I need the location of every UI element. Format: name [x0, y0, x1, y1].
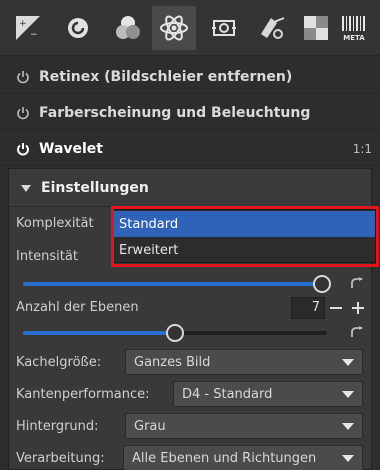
intensity-slider-fill [23, 282, 322, 286]
levels-label: Anzahl der Ebenen [16, 300, 139, 315]
power-icon[interactable] [16, 142, 30, 156]
background-combo[interactable]: Grau [125, 413, 363, 439]
power-icon[interactable] [16, 106, 30, 120]
module-color-appearance[interactable]: Farberscheinung und Beleuchtung [0, 96, 380, 130]
meta-label: META [343, 34, 365, 42]
tile-size-label: Kachelgröße: [16, 355, 102, 370]
processing-label: Verarbeitung: [16, 451, 105, 466]
module-title: Farberscheinung und Beleuchtung [39, 104, 311, 121]
details-icon [68, 18, 88, 38]
dropdown-option-standard[interactable]: Standard [113, 211, 375, 237]
advanced-tab[interactable] [152, 6, 196, 50]
levels-spinbox[interactable]: 7 [291, 297, 369, 319]
color-icon [116, 16, 140, 39]
levels-value[interactable]: 7 [291, 297, 325, 319]
intensity-label: Intensität [16, 249, 78, 264]
settings-title: Einstellungen [41, 179, 149, 196]
tile-size-combo[interactable]: Ganzes Bild [125, 349, 363, 375]
levels-slider-fill [23, 331, 175, 335]
module-title: Retinex (Bildschleier entfernen) [39, 68, 293, 85]
chevron-down-icon [342, 391, 354, 398]
metadata-tab[interactable]: META [332, 6, 376, 50]
svg-text:+: + [19, 19, 27, 29]
transform-tab[interactable] [202, 6, 246, 50]
chevron-down-icon [342, 359, 354, 366]
plus-icon [352, 302, 364, 314]
processing-combo[interactable]: Alle Ebenen und Richtungen [123, 445, 363, 470]
chevron-down-icon [342, 423, 354, 430]
processing-value: Alle Ebenen und Richtungen [132, 450, 317, 466]
intensity-slider[interactable] [23, 275, 331, 293]
advanced-icon [160, 15, 188, 41]
intensity-slider-knob[interactable] [313, 275, 331, 293]
chevron-down-icon [342, 455, 354, 462]
complexity-label: Komplexität [16, 216, 94, 231]
complexity-dropdown-menu: Standard Erweitert [112, 209, 376, 263]
transform-icon [212, 20, 236, 36]
module-title: Wavelet [39, 140, 103, 157]
tool-tabs-bar: + − META [0, 0, 380, 56]
module-wavelet[interactable]: Wavelet 1:1 [0, 132, 380, 166]
plus-button[interactable] [347, 297, 369, 319]
module-retinex[interactable]: Retinex (Bildschleier entfernen) [0, 60, 380, 94]
levels-slider[interactable] [23, 324, 327, 342]
checkerboard-icon [304, 16, 328, 40]
levels-slider-knob[interactable] [166, 324, 184, 342]
minus-icon [330, 307, 342, 309]
details-tab[interactable] [56, 6, 100, 50]
power-icon[interactable] [16, 70, 30, 84]
exposure-icon: + − [16, 16, 40, 40]
reset-icon[interactable] [350, 277, 364, 289]
edge-performance-value: D4 - Standard [182, 386, 273, 402]
tile-size-value: Ganzes Bild [134, 354, 211, 370]
raw-icon [261, 17, 285, 39]
scale-ratio: 1:1 [352, 141, 372, 156]
collapse-arrow-icon [21, 184, 31, 192]
barcode-icon: META [342, 16, 365, 42]
exposure-tab[interactable]: + − [6, 6, 50, 50]
color-tab[interactable] [106, 6, 150, 50]
minus-button[interactable] [325, 297, 347, 319]
edge-performance-label: Kantenperformance: [16, 387, 150, 402]
dropdown-option-erweitert[interactable]: Erweitert [113, 237, 375, 263]
edge-performance-combo[interactable]: D4 - Standard [173, 381, 363, 407]
background-value: Grau [134, 418, 166, 434]
raw-tab[interactable] [250, 6, 294, 50]
settings-header[interactable]: Einstellungen [9, 169, 371, 207]
reset-icon[interactable] [350, 326, 364, 338]
svg-text:−: − [30, 30, 38, 40]
background-label: Hintergrund: [16, 419, 99, 434]
